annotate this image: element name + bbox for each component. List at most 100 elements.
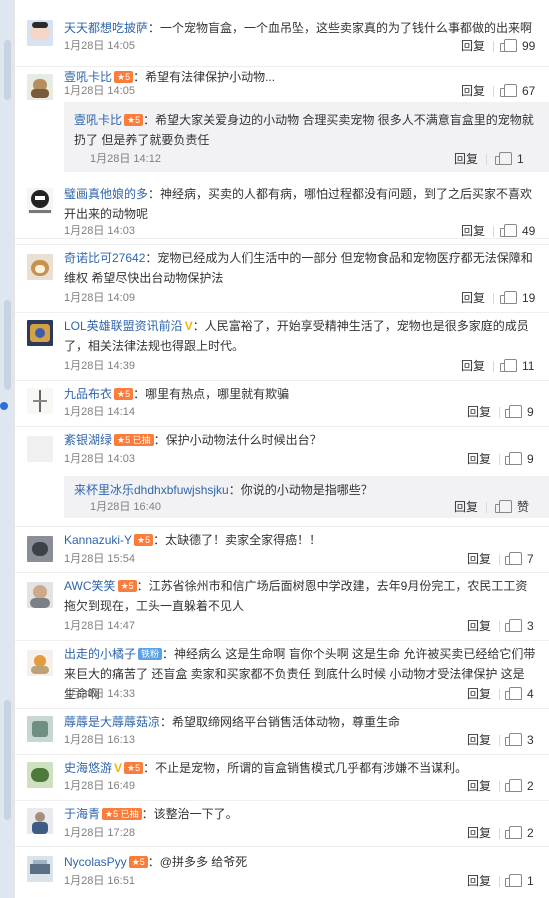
divider — [499, 689, 500, 700]
avatar[interactable] — [27, 856, 53, 882]
divider — [499, 621, 500, 632]
comment-text: 璧画真他娘的多：神经病，买卖的人都有病，哪怕过程都没有问题，到了之后买家不喜欢开… — [64, 184, 536, 224]
like-button[interactable]: 赞 — [495, 500, 529, 514]
comment-item: 璧画真他娘的多：神经病，买卖的人都有病，哪怕过程都没有问题，到了之后买家不喜欢开… — [15, 172, 549, 245]
avatar[interactable] — [27, 536, 53, 562]
like-button[interactable]: 1 — [505, 874, 534, 888]
avatar[interactable] — [27, 188, 53, 214]
like-button[interactable]: 11 — [500, 359, 535, 373]
username-link[interactable]: 于海青 — [64, 807, 100, 821]
reply-button[interactable]: 回复 — [461, 84, 485, 98]
username-link[interactable]: 来杯里冰乐dhdhxbfuwjshsjku — [74, 483, 229, 497]
like-button[interactable]: 99 — [500, 39, 535, 53]
comment-panel: 天天都想吃披萨：一个宠物盲盒，一个血吊坠，这些卖家真的为了钱什么事都做的出来啊 … — [14, 0, 549, 898]
comment-time: 1月28日 15:54 — [64, 553, 135, 565]
reply-button[interactable]: 回复 — [467, 733, 491, 747]
reply-button[interactable]: 回复 — [467, 452, 491, 466]
avatar[interactable] — [27, 716, 53, 742]
like-button[interactable]: 3 — [505, 619, 534, 633]
reply-button[interactable]: 回复 — [467, 619, 491, 633]
like-count: 4 — [527, 687, 534, 701]
reply-button[interactable]: 回复 — [467, 687, 491, 701]
username-link[interactable]: AWC笑笑 — [64, 579, 116, 593]
comment-time: 1月28日 14:09 — [64, 292, 135, 304]
divider — [486, 502, 487, 513]
avatar[interactable] — [27, 388, 53, 414]
like-button[interactable]: 9 — [505, 405, 534, 419]
like-count: 7 — [527, 552, 534, 566]
verified-v-icon: V — [184, 319, 193, 333]
comment-text: 史海悠游 V ★5 ：不止是宠物，所谓的盲盒销售模式几乎都有涉嫌不当谋利。 — [64, 758, 536, 778]
like-button[interactable]: 2 — [505, 826, 534, 840]
avatar[interactable] — [27, 650, 53, 676]
avatar[interactable] — [27, 808, 53, 834]
reply-button[interactable]: 回复 — [454, 500, 478, 514]
avatar[interactable] — [27, 254, 53, 280]
username-link[interactable]: 蓐蓐是大蓐蓐菇凉 — [64, 715, 160, 729]
like-button[interactable]: 67 — [500, 84, 535, 98]
like-button[interactable]: 2 — [505, 779, 534, 793]
username-link[interactable]: 史海悠游 — [64, 761, 112, 775]
like-button[interactable]: 9 — [505, 452, 534, 466]
reply-button[interactable]: 回复 — [467, 405, 491, 419]
reply-button[interactable]: 回复 — [461, 224, 485, 238]
reply-button[interactable]: 回复 — [454, 152, 478, 166]
username-link[interactable]: NycolasPyy — [64, 855, 127, 869]
username-link[interactable]: 紊银湖绿 — [64, 433, 112, 447]
comment-text: 九品布衣 ★5 ：哪里有热点，哪里就有欺骗 — [64, 384, 536, 404]
username-link[interactable]: 天天都想吃披萨 — [64, 21, 148, 35]
like-button[interactable]: 7 — [505, 552, 534, 566]
comment-item: 奇诺比可27642：宠物已经成为人们生活中的一部分 但宠物食品和宠物医疗都无法保… — [15, 244, 549, 313]
reply-item: 壹吼卡比 ★5 ：希望大家关爱身边的小动物 合理买卖宠物 很多人不满意盲盒里的宠物就… — [64, 102, 549, 172]
avatar[interactable] — [27, 20, 53, 46]
like-button[interactable]: 19 — [500, 291, 535, 305]
thumb-up-icon — [505, 779, 522, 792]
thumb-up-icon — [505, 552, 522, 565]
comment-body: ：保护小动物法什么时候出台？ — [153, 433, 322, 447]
like-button[interactable]: 4 — [505, 687, 534, 701]
comment-body: ：一个宠物盲盒，一个血吊坠，这些卖家真的为了钱什么事都做的出来啊 — [148, 21, 533, 35]
avatar[interactable] — [27, 436, 53, 462]
divider — [499, 735, 500, 746]
username-link[interactable]: Kannazuki-Y — [64, 533, 132, 547]
comment-item: 蓐蓐是大蓐蓐菇凉：希望取缔网络平台销售活体动物，尊重生命 1月28日 16:13… — [15, 708, 549, 755]
thumb-up-icon — [500, 84, 517, 97]
left-background-strip — [0, 0, 14, 898]
avatar[interactable] — [27, 320, 53, 346]
like-count: 2 — [527, 826, 534, 840]
username-link[interactable]: 壹吼卡比 — [64, 70, 112, 84]
avatar[interactable] — [27, 582, 53, 608]
like-button[interactable]: 3 — [505, 733, 534, 747]
like-button[interactable]: 49 — [500, 224, 535, 238]
username-link[interactable]: 璧画真他娘的多 — [64, 187, 148, 201]
blur-blob — [4, 700, 11, 820]
vip-badge: ★5 — [134, 534, 154, 546]
like-count: 11 — [522, 359, 535, 373]
reply-button[interactable]: 回复 — [467, 874, 491, 888]
vip-badge: ★5 — [114, 71, 134, 83]
reply-button[interactable]: 回复 — [461, 291, 485, 305]
username-link[interactable]: LOL英雄联盟资讯前沿 — [64, 319, 183, 333]
divider — [493, 86, 494, 97]
username-link[interactable]: 九品布衣 — [64, 387, 112, 401]
like-button[interactable]: 1 — [495, 152, 524, 166]
reply-text: 壹吼卡比 ★5 ：希望大家关爱身边的小动物 合理买卖宠物 很多人不满意盲盒里的宠物就… — [74, 110, 536, 150]
reply-button[interactable]: 回复 — [467, 779, 491, 793]
divider — [493, 226, 494, 237]
comment-time: 1月28日 14:14 — [64, 406, 135, 418]
reply-button[interactable]: 回复 — [467, 826, 491, 840]
username-link[interactable]: 壹吼卡比 — [74, 113, 122, 127]
username-link[interactable]: 出走的小橘子 — [64, 647, 136, 661]
avatar[interactable] — [27, 762, 53, 788]
blur-blob — [4, 40, 11, 100]
reply-button[interactable]: 回复 — [461, 359, 485, 373]
avatar[interactable] — [27, 74, 53, 100]
reply-button[interactable]: 回复 — [461, 39, 485, 53]
comment-text: 奇诺比可27642：宠物已经成为人们生活中的一部分 但宠物食品和宠物医疗都无法保… — [64, 248, 536, 288]
like-count: 9 — [527, 405, 534, 419]
comment-item: Kannazuki-Y ★5 ：太缺德了！卖家全家得癌！！ 1月28日 15:54 … — [15, 526, 549, 573]
like-count: 3 — [527, 619, 534, 633]
reply-button[interactable]: 回复 — [467, 552, 491, 566]
username-link[interactable]: 奇诺比可27642 — [64, 251, 145, 265]
reply-text: 来杯里冰乐dhdhxbfuwjshsjku：你说的小动物是指哪些？ — [74, 480, 536, 500]
